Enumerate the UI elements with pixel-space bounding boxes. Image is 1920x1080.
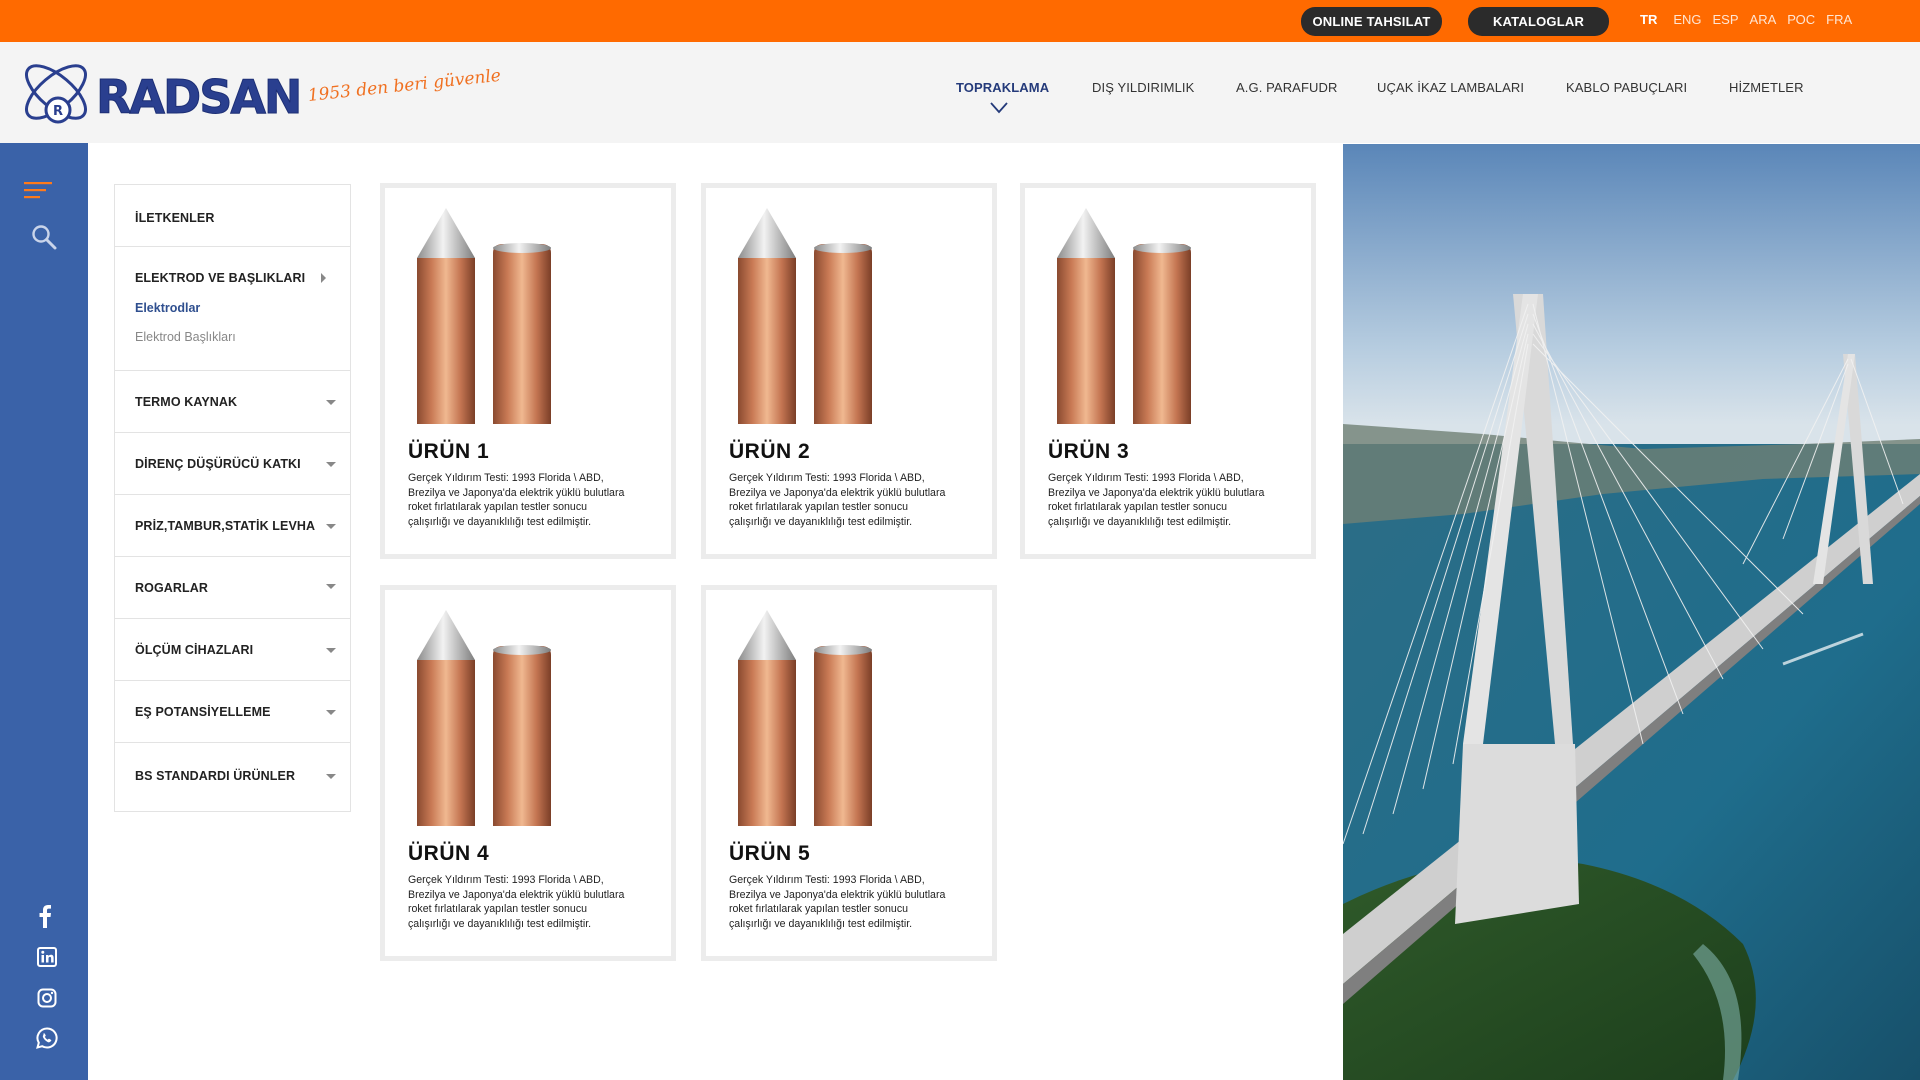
nav-topraklama[interactable]: TOPRAKLAMA — [956, 80, 1049, 95]
nav-dis-yildirimlik[interactable]: DIŞ YILDIRIMLIK — [1092, 80, 1194, 95]
lang-ara[interactable]: ARA — [1750, 12, 1777, 27]
lang-fra[interactable]: FRA — [1826, 12, 1852, 27]
category-item[interactable]: PRİZ,TAMBUR,STATİK LEVHA — [115, 495, 350, 557]
category-label: DİRENÇ DÜŞÜRÜCÜ KATKI — [135, 457, 301, 471]
caret-down-icon — [326, 774, 336, 779]
product-card[interactable]: ÜRÜN 5 Gerçek Yıldırım Testi: 1993 Flori… — [701, 585, 997, 961]
product-title[interactable]: ÜRÜN 3 — [1048, 440, 1129, 464]
caret-down-icon — [326, 710, 336, 715]
bridge-image — [1343, 144, 1920, 1080]
nav-kablo-pabuclari[interactable]: KABLO PABUÇLARI — [1566, 80, 1687, 95]
nav-ucak-ikaz[interactable]: UÇAK İKAZ LAMBALARI — [1377, 80, 1524, 95]
product-title[interactable]: ÜRÜN 2 — [729, 440, 810, 464]
category-sidebar: İLETKENLER ELEKTROD VE BAŞLIKLARI Elektr… — [114, 184, 351, 812]
subcategory-elektrodlar[interactable]: Elektrodlar — [135, 301, 200, 315]
product-title[interactable]: ÜRÜN 4 — [408, 842, 489, 866]
electrode-image — [417, 208, 551, 424]
electrode-image — [738, 208, 872, 424]
caret-down-icon — [326, 400, 336, 405]
electrode-image — [417, 610, 551, 826]
product-description: Gerçek Yıldırım Testi: 1993 Florida \ AB… — [729, 472, 946, 528]
lang-ru[interactable]: РОС — [1787, 12, 1815, 27]
lang-eng[interactable]: ENG — [1673, 12, 1701, 27]
subcategory-elektrod-basliklari[interactable]: Elektrod Başlıkları — [135, 330, 236, 344]
product-description: Gerçek Yıldırım Testi: 1993 Florida \ AB… — [1048, 472, 1265, 528]
product-description: Gerçek Yıldırım Testi: 1993 Florida \ AB… — [729, 874, 946, 930]
category-label: BS STANDARDI ÜRÜNLER — [135, 769, 296, 783]
caret-down-icon — [326, 648, 336, 653]
caret-down-icon — [326, 524, 336, 529]
product-title[interactable]: ÜRÜN 1 — [408, 440, 489, 464]
nav-hizmetler[interactable]: HİZMETLER — [1729, 80, 1804, 95]
category-label: PRİZ,TAMBUR,STATİK LEVHA — [135, 519, 316, 533]
site-header: R RADSAN 1953 den beri güvenle TOPRAKLAM… — [0, 42, 1920, 143]
chevron-down-icon — [990, 102, 1008, 114]
category-label: TERMO KAYNAK — [135, 395, 238, 409]
electrode-image — [1057, 208, 1191, 424]
language-switcher: TR ENG ESP ARA РОС FRA — [1640, 12, 1863, 27]
product-title[interactable]: ÜRÜN 5 — [729, 842, 810, 866]
category-item-expanded[interactable]: ELEKTROD VE BAŞLIKLARI Elektrodlar Elekt… — [115, 247, 350, 371]
category-item[interactable]: DİRENÇ DÜŞÜRÜCÜ KATKI — [115, 433, 350, 495]
whatsapp-icon[interactable] — [36, 1027, 58, 1049]
category-item[interactable]: EŞ POTANSİYELLEME — [115, 681, 350, 743]
product-card[interactable]: ÜRÜN 4 Gerçek Yıldırım Testi: 1993 Flori… — [380, 585, 676, 961]
category-item[interactable]: ÖLÇÜM CİHAZLARI — [115, 619, 350, 681]
online-payment-button[interactable]: ONLINE TAHSILAT — [1301, 7, 1442, 36]
category-item[interactable]: BS STANDARDI ÜRÜNLER — [115, 743, 350, 811]
product-card[interactable]: ÜRÜN 3 Gerçek Yıldırım Testi: 1993 Flori… — [1020, 183, 1316, 559]
category-label: ROGARLAR — [135, 581, 209, 595]
catalogs-button[interactable]: KATALOGLAR — [1468, 7, 1609, 36]
product-card[interactable]: ÜRÜN 2 Gerçek Yıldırım Testi: 1993 Flori… — [701, 183, 997, 559]
product-description: Gerçek Yıldırım Testi: 1993 Florida \ AB… — [408, 874, 625, 930]
side-rail — [0, 143, 88, 1080]
lang-tr[interactable]: TR — [1640, 12, 1657, 27]
lang-esp[interactable]: ESP — [1713, 12, 1739, 27]
bridge-photo — [1343, 144, 1920, 1080]
category-label: EŞ POTANSİYELLEME — [135, 705, 271, 719]
category-item[interactable]: ROGARLAR — [115, 557, 350, 619]
category-item[interactable]: İLETKENLER — [115, 185, 350, 247]
search-icon[interactable] — [31, 224, 57, 250]
category-item[interactable]: TERMO KAYNAK — [115, 371, 350, 433]
product-description: Gerçek Yıldırım Testi: 1993 Florida \ AB… — [408, 472, 625, 528]
category-label: ELEKTROD VE BAŞLIKLARI — [135, 271, 306, 285]
facebook-icon[interactable] — [38, 904, 52, 928]
top-bar: ONLINE TAHSILAT KATALOGLAR TR ENG ESP AR… — [0, 0, 1920, 42]
caret-down-icon — [326, 462, 336, 467]
caret-right-icon — [321, 273, 326, 283]
category-label: ÖLÇÜM CİHAZLARI — [135, 643, 254, 657]
main-nav: TOPRAKLAMA DIŞ YILDIRIMLIK A.G. PARAFUDR… — [0, 80, 1920, 110]
linkedin-icon[interactable] — [37, 947, 57, 967]
category-label: İLETKENLER — [135, 211, 215, 225]
instagram-icon[interactable] — [37, 988, 57, 1008]
electrode-image — [738, 610, 872, 826]
caret-down-icon — [326, 584, 336, 589]
product-card[interactable]: ÜRÜN 1 Gerçek Yıldırım Testi: 1993 Flori… — [380, 183, 676, 559]
menu-icon[interactable] — [24, 180, 52, 200]
nav-ag-parafudr[interactable]: A.G. PARAFUDR — [1236, 80, 1337, 95]
